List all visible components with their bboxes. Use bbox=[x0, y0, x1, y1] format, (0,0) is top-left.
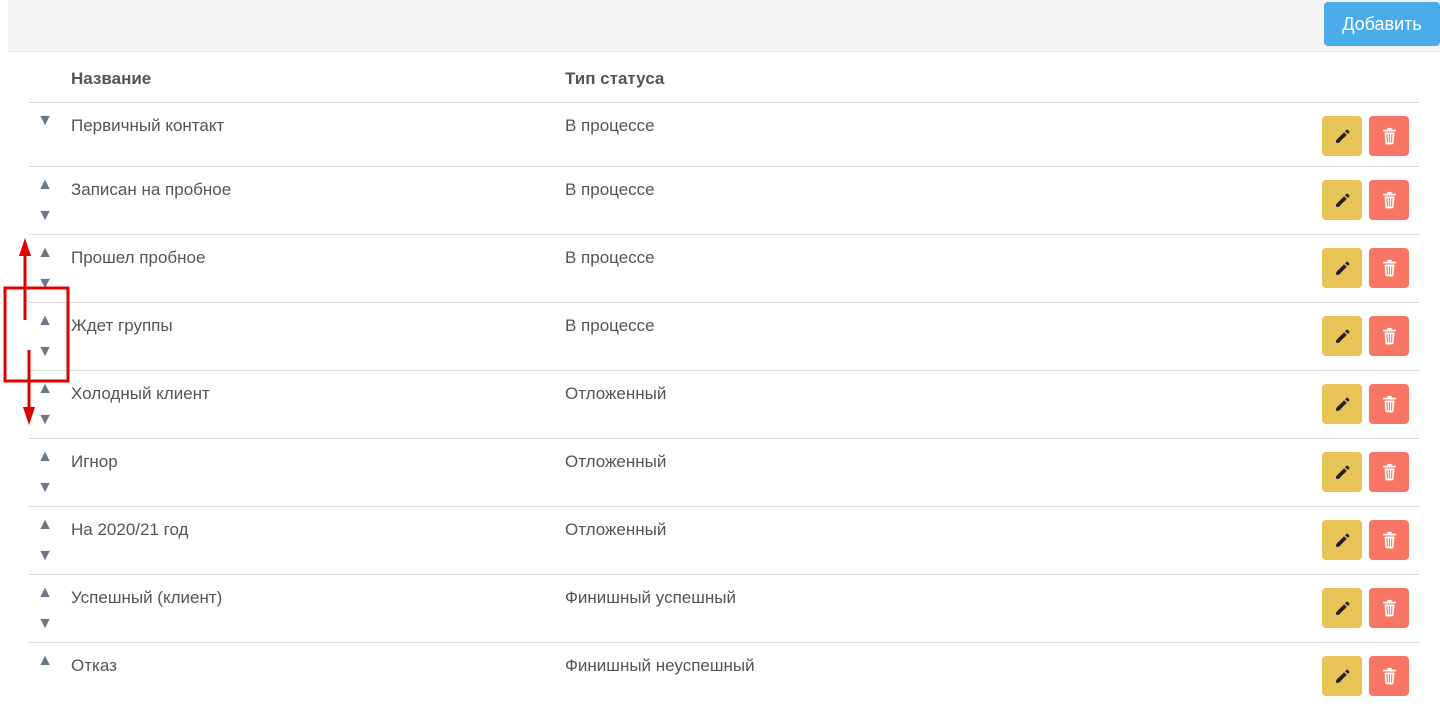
move-up-icon[interactable]: ▲ bbox=[37, 245, 53, 261]
edit-button[interactable] bbox=[1322, 384, 1362, 424]
delete-button[interactable] bbox=[1369, 248, 1409, 288]
move-down-icon[interactable]: ▼ bbox=[37, 113, 53, 129]
trash-icon bbox=[1381, 599, 1398, 617]
trash-icon bbox=[1381, 127, 1398, 145]
move-down-icon[interactable]: ▼ bbox=[37, 412, 53, 428]
status-name: Ждет группы bbox=[71, 316, 173, 335]
table-row: ▲ ▼ Игнор Отложенный bbox=[28, 439, 1420, 507]
status-name: Успешный (клиент) bbox=[71, 588, 223, 607]
status-type: В процессе bbox=[565, 180, 655, 199]
move-up-icon[interactable]: ▲ bbox=[37, 177, 53, 193]
move-down-icon[interactable]: ▼ bbox=[37, 616, 53, 632]
delete-button[interactable] bbox=[1369, 116, 1409, 156]
move-down-icon[interactable]: ▼ bbox=[37, 480, 53, 496]
table-header: Название Тип статуса bbox=[28, 52, 1420, 103]
delete-button[interactable] bbox=[1369, 520, 1409, 560]
edit-button[interactable] bbox=[1322, 180, 1362, 220]
edit-button[interactable] bbox=[1322, 656, 1362, 696]
move-down-icon[interactable]: ▼ bbox=[37, 208, 53, 224]
edit-button[interactable] bbox=[1322, 116, 1362, 156]
edit-button[interactable] bbox=[1322, 452, 1362, 492]
status-type: В процессе bbox=[565, 316, 655, 335]
move-up-icon[interactable]: ▲ bbox=[37, 449, 53, 465]
move-up-icon[interactable]: ▲ bbox=[37, 653, 53, 669]
table-row: ▼ Первичный контакт В процессе bbox=[28, 103, 1420, 167]
delete-button[interactable] bbox=[1369, 588, 1409, 628]
table-row: ▲ ▼ Ждет группы В процессе bbox=[28, 303, 1420, 371]
delete-button[interactable] bbox=[1369, 180, 1409, 220]
delete-button[interactable] bbox=[1369, 384, 1409, 424]
trash-icon bbox=[1381, 667, 1398, 685]
pencil-icon bbox=[1334, 128, 1351, 145]
status-type: В процессе bbox=[565, 248, 655, 267]
status-type: В процессе bbox=[565, 116, 655, 135]
trash-icon bbox=[1381, 327, 1398, 345]
move-up-icon[interactable]: ▲ bbox=[37, 313, 53, 329]
trash-icon bbox=[1381, 191, 1398, 209]
edit-button[interactable] bbox=[1322, 588, 1362, 628]
add-button[interactable]: Добавить bbox=[1324, 2, 1440, 46]
status-name: Первичный контакт bbox=[71, 116, 225, 135]
column-header-name: Название bbox=[71, 69, 152, 88]
delete-button[interactable] bbox=[1369, 316, 1409, 356]
edit-button[interactable] bbox=[1322, 520, 1362, 560]
status-name: Прошел пробное bbox=[71, 248, 206, 267]
status-type: Отложенный bbox=[565, 384, 667, 403]
table-row: ▲ Отказ Финишный неуспешный bbox=[28, 643, 1420, 703]
edit-button[interactable] bbox=[1322, 248, 1362, 288]
move-up-icon[interactable]: ▲ bbox=[37, 381, 53, 397]
pencil-icon bbox=[1334, 328, 1351, 345]
table-body: ▼ Первичный контакт В процессе ▲ ▼ Записан на… bbox=[28, 103, 1420, 703]
pencil-icon bbox=[1334, 668, 1351, 685]
status-type: Отложенный bbox=[565, 520, 667, 539]
trash-icon bbox=[1381, 259, 1398, 277]
status-name: Игнор bbox=[71, 452, 118, 471]
trash-icon bbox=[1381, 395, 1398, 413]
table-row: ▲ ▼ Прошел пробное В процессе bbox=[28, 235, 1420, 303]
status-table: Название Тип статуса ▼ Первичный контакт В… bbox=[28, 52, 1420, 703]
table-row: ▲ ▼ На 2020/21 год Отложенный bbox=[28, 507, 1420, 575]
status-type: Отложенный bbox=[565, 452, 667, 471]
edit-button[interactable] bbox=[1322, 316, 1362, 356]
status-type: Финишный неуспешный bbox=[565, 656, 755, 675]
move-down-icon[interactable]: ▼ bbox=[37, 276, 53, 292]
move-up-icon[interactable]: ▲ bbox=[37, 585, 53, 601]
delete-button[interactable] bbox=[1369, 656, 1409, 696]
trash-icon bbox=[1381, 531, 1398, 549]
pencil-icon bbox=[1334, 192, 1351, 209]
status-name: Записан на пробное bbox=[71, 180, 232, 199]
delete-button[interactable] bbox=[1369, 452, 1409, 492]
move-up-icon[interactable]: ▲ bbox=[37, 517, 53, 533]
status-name: Отказ bbox=[71, 656, 117, 675]
toolbar: Добавить bbox=[8, 0, 1440, 52]
pencil-icon bbox=[1334, 600, 1351, 617]
status-name: Холодный клиент bbox=[71, 384, 210, 403]
table-row: ▲ ▼ Холодный клиент Отложенный bbox=[28, 371, 1420, 439]
pencil-icon bbox=[1334, 532, 1351, 549]
move-down-icon[interactable]: ▼ bbox=[37, 548, 53, 564]
pencil-icon bbox=[1334, 396, 1351, 413]
status-name: На 2020/21 год bbox=[71, 520, 189, 539]
table-row: ▲ ▼ Успешный (клиент) Финишный успешный bbox=[28, 575, 1420, 643]
move-down-icon[interactable]: ▼ bbox=[37, 344, 53, 360]
column-header-type: Тип статуса bbox=[565, 69, 665, 88]
status-type: Финишный успешный bbox=[565, 588, 736, 607]
pencil-icon bbox=[1334, 260, 1351, 277]
pencil-icon bbox=[1334, 464, 1351, 481]
table-row: ▲ ▼ Записан на пробное В процессе bbox=[28, 167, 1420, 235]
trash-icon bbox=[1381, 463, 1398, 481]
